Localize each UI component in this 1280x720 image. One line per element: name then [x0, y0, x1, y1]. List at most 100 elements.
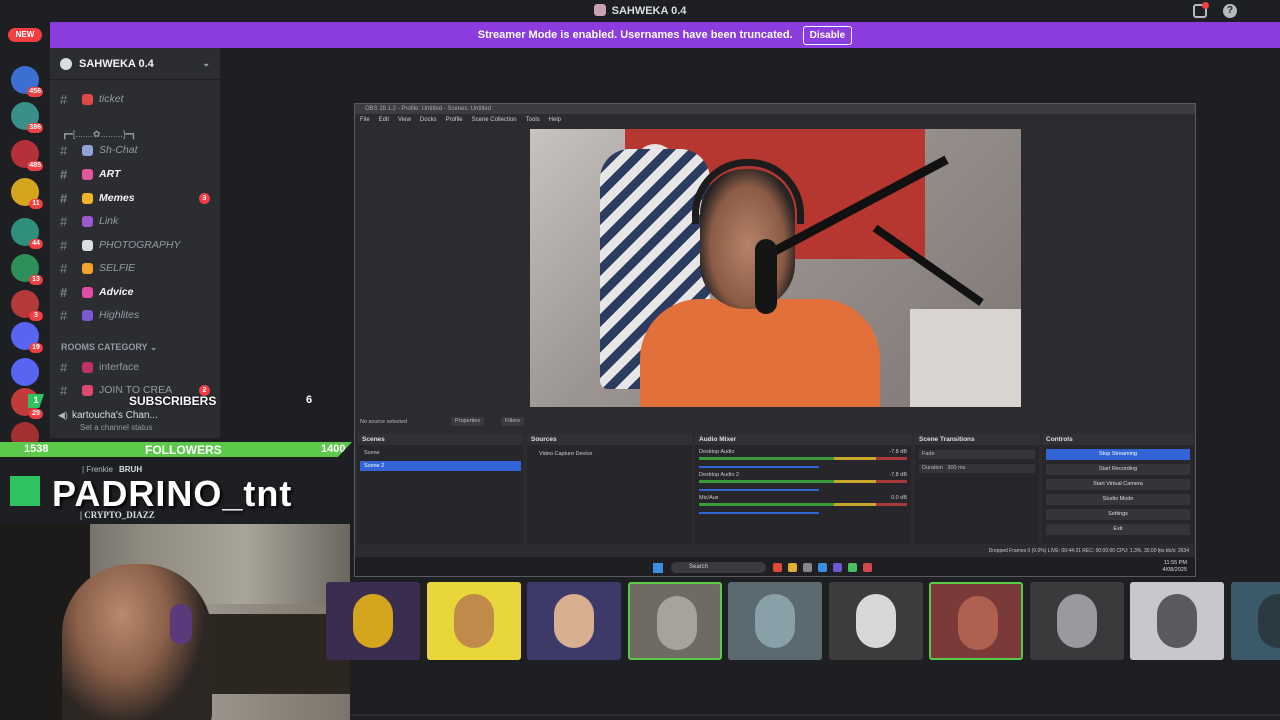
obs-menu: File Edit View Docks Profile Scene Collection…: [355, 114, 1195, 127]
channel-item[interactable]: # Memes 3: [60, 188, 210, 208]
obs-menu-item[interactable]: Help: [549, 114, 561, 127]
category-rooms[interactable]: ROOMS CATEGORY ⌄: [61, 342, 157, 353]
server-mention-badge: 386: [27, 123, 43, 133]
room-item[interactable]: # interface: [60, 357, 210, 377]
windows-taskbar: Search 11:55 PM 4/08/2025: [355, 557, 1195, 576]
server-mention-badge: 29: [29, 409, 43, 419]
subscribers-goal: 6: [306, 394, 313, 406]
store-icon[interactable]: [803, 563, 812, 572]
windows-start-icon[interactable]: [653, 563, 663, 573]
source-item[interactable]: Video Capture Device: [527, 451, 692, 457]
participant-tile[interactable]: [1130, 582, 1224, 660]
participant-avatar: [1257, 594, 1280, 648]
channel-item[interactable]: # Highlites: [60, 305, 210, 325]
channel-item[interactable]: # Sh-Chat: [60, 140, 210, 160]
filters-button[interactable]: Filters: [501, 417, 524, 426]
chrome-icon[interactable]: [773, 563, 782, 572]
help-icon[interactable]: ?: [1223, 4, 1237, 18]
participant-avatar: [755, 594, 795, 648]
followers-goal: 1400: [321, 443, 346, 455]
channel-item[interactable]: # SELFIE: [60, 258, 210, 278]
obs-menu-item[interactable]: Profile: [446, 114, 463, 127]
voice-channel[interactable]: ◀) kartoucha's Chan... Set a channel sta…: [58, 406, 212, 433]
participant-tile[interactable]: [627, 582, 722, 660]
folder-icon[interactable]: [788, 563, 797, 572]
volume-slider[interactable]: [699, 489, 819, 491]
obs-app-icon[interactable]: [863, 563, 872, 572]
properties-button[interactable]: Properties: [451, 417, 485, 426]
transitions-title: Scene Transitions: [915, 434, 1039, 445]
control-button[interactable]: Settings: [1046, 509, 1190, 520]
server-icon[interactable]: [11, 358, 39, 386]
participant-tile[interactable]: [326, 582, 420, 660]
obs-preview[interactable]: [530, 129, 1021, 407]
obs-menu-item[interactable]: Edit: [379, 114, 389, 127]
server-icon[interactable]: 44: [11, 218, 43, 249]
server-logo-icon: [593, 4, 606, 16]
app-icon[interactable]: [848, 563, 857, 572]
participant-tile[interactable]: [929, 582, 1023, 660]
obs-menu-item[interactable]: Tools: [526, 114, 540, 127]
channel-name: Advice: [99, 286, 134, 298]
server-icon[interactable]: 386: [11, 102, 43, 133]
window-titlebar: SAHWEKA 0.4 ?: [0, 0, 1280, 22]
server-name: SAHWEKA 0.4: [79, 57, 154, 70]
channel-item[interactable]: # PHOTOGRAPHY: [60, 235, 210, 255]
participant-avatar: [353, 594, 393, 648]
control-button[interactable]: Exit: [1046, 524, 1190, 535]
server-icon[interactable]: 13: [11, 254, 43, 285]
window-title: SAHWEKA 0.4: [0, 4, 1280, 17]
volume-slider[interactable]: [699, 512, 819, 514]
control-button[interactable]: Start Virtual Camera: [1046, 479, 1190, 490]
clock-time: 11:55 PM: [1163, 560, 1187, 566]
server-icon[interactable]: 456: [11, 66, 43, 97]
scene-item[interactable]: Scene: [360, 448, 521, 458]
channel-item[interactable]: # Link: [60, 211, 210, 231]
edge-icon[interactable]: [818, 563, 827, 572]
hash-icon: #: [60, 237, 68, 253]
channel-item[interactable]: # ART: [60, 164, 210, 184]
server-icon[interactable]: 19: [11, 322, 43, 353]
taskbar-apps: [773, 563, 872, 572]
channel-item[interactable]: # ticket: [60, 89, 210, 109]
chevron-down-icon[interactable]: ⌄: [202, 58, 210, 69]
channel-item[interactable]: # Advice: [60, 282, 210, 302]
participant-tile[interactable]: [527, 582, 621, 660]
scenes-dock: Scenes Scene Scene 2: [358, 434, 523, 544]
participant-tile[interactable]: [426, 582, 521, 660]
obs-menu-item[interactable]: View: [398, 114, 411, 127]
control-button[interactable]: Stop Streaming: [1046, 449, 1190, 460]
server-icon[interactable]: 3: [11, 290, 43, 321]
obs-menu-item[interactable]: Scene Collection: [472, 114, 517, 127]
participant-avatar: [656, 596, 697, 650]
obs-status-text: Dropped Frames 0 (0.0%) LIVE: 00:44:31 R…: [988, 548, 1189, 554]
obs-menu-item[interactable]: Docks: [420, 114, 437, 127]
participant-tile[interactable]: [1029, 582, 1124, 660]
participant-tile[interactable]: [828, 582, 923, 660]
server-icon[interactable]: 11: [11, 178, 43, 209]
desk: [910, 309, 1021, 407]
server-mention-badge: 485: [27, 161, 43, 171]
control-button[interactable]: Start Recording: [1046, 464, 1190, 475]
new-pill[interactable]: NEW: [8, 28, 42, 42]
obs-menu-item[interactable]: File: [360, 114, 370, 127]
participant-tile[interactable]: [728, 582, 822, 660]
discord-icon[interactable]: [833, 563, 842, 572]
control-button[interactable]: Studio Mode: [1046, 494, 1190, 505]
disable-streamer-mode-button[interactable]: Disable: [802, 25, 853, 45]
mixer-channel: Mic/Aux 0.0 dB: [699, 495, 907, 514]
volume-slider[interactable]: [699, 466, 819, 468]
voice-channel-status[interactable]: Set a channel status: [80, 423, 153, 432]
transition-duration[interactable]: Duration 300 ms: [919, 464, 1035, 473]
channel-name: Memes: [99, 192, 135, 204]
inbox-icon[interactable]: [1193, 2, 1209, 18]
participant-tile[interactable]: [1230, 582, 1280, 660]
participant-avatar: [554, 594, 594, 648]
channel-emoji-icon: [82, 93, 93, 105]
server-icon[interactable]: 485: [11, 140, 43, 171]
taskbar-search[interactable]: Search: [671, 562, 766, 573]
scene-item[interactable]: Scene 2: [360, 461, 521, 471]
server-header[interactable]: SAHWEKA 0.4 ⌄: [50, 48, 220, 80]
hash-icon: #: [60, 260, 68, 276]
transition-select[interactable]: Fade: [919, 450, 1035, 459]
